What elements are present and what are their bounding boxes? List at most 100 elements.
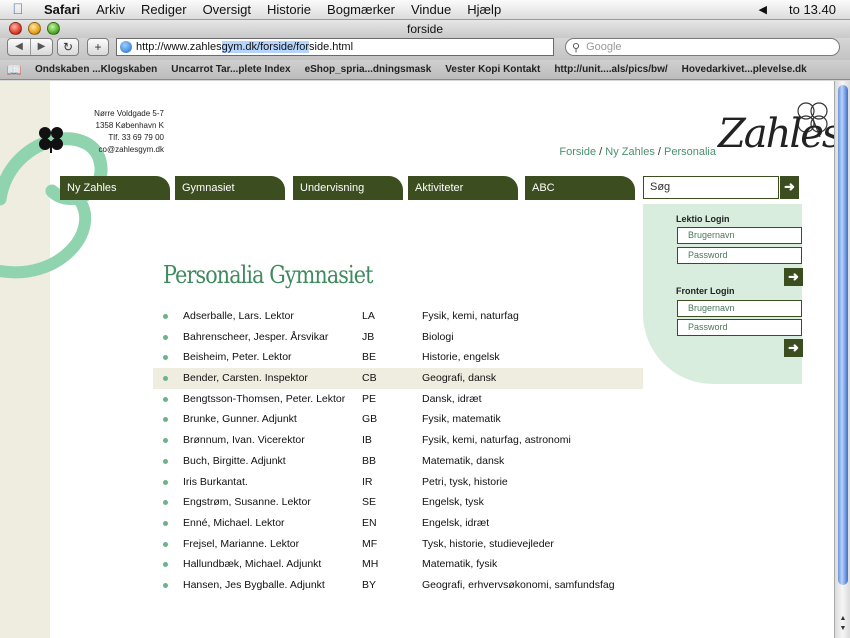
menu-rediger[interactable]: Rediger bbox=[133, 2, 195, 17]
staff-row[interactable]: Bengtsson-Thomsen, Peter. Lektor PE Dansk,… bbox=[153, 389, 643, 410]
bullet-icon bbox=[163, 355, 168, 361]
staff-list: Adserballe, Lars. Lektor LA Fysik, kemi, n… bbox=[153, 306, 643, 596]
staff-row[interactable]: Engstrøm, Susanne. Lektor SE Engelsk, tysk bbox=[153, 492, 643, 513]
nav-gymnasiet[interactable]: Gymnasiet bbox=[175, 176, 285, 200]
staff-initials: MF bbox=[362, 537, 378, 550]
back-button[interactable]: ◀ bbox=[8, 39, 30, 55]
nav-abc[interactable]: ABC bbox=[525, 176, 635, 200]
reload-button[interactable]: ↻ bbox=[57, 38, 79, 56]
staff-name[interactable]: Bengtsson-Thomsen, Peter. Lektor bbox=[183, 389, 345, 410]
bullet-icon bbox=[163, 458, 168, 464]
staff-initials: BB bbox=[362, 454, 377, 467]
bullet-icon bbox=[163, 520, 168, 526]
menu-vindue[interactable]: Vindue bbox=[403, 2, 459, 17]
staff-row[interactable]: Brunke, Gunner. Adjunkt GB Fysik, matemati… bbox=[153, 409, 643, 430]
nav-aktiviteter[interactable]: Aktiviteter bbox=[408, 176, 518, 200]
menu-hjaelp[interactable]: Hjælp bbox=[459, 2, 509, 17]
google-search-field[interactable]: ⚲ Google bbox=[565, 38, 840, 56]
staff-name[interactable]: Engstrøm, Susanne. Lektor bbox=[183, 492, 311, 513]
forward-button[interactable]: ▶ bbox=[30, 39, 52, 55]
staff-row[interactable]: Bender, Carsten. Inspektor CB Geografi, da… bbox=[153, 368, 643, 389]
staff-row[interactable]: Buch, Birgitte. Adjunkt BB Matematik, dan… bbox=[153, 451, 643, 472]
address-bar[interactable]: http://www.zahles gym.dk/forside/for side.… bbox=[116, 38, 554, 56]
browser-toolbar: ◀ ▶ ↻ + http://www.zahles gym.dk/forside/… bbox=[0, 38, 850, 60]
staff-subjects: Fysik, kemi, naturfag bbox=[422, 310, 519, 322]
fronter-login-button[interactable]: ➜ bbox=[784, 339, 803, 357]
page-scrollbar[interactable]: ▲ ▼ bbox=[834, 81, 850, 638]
add-bookmark-button[interactable]: + bbox=[87, 38, 109, 56]
staff-name[interactable]: Enné, Michael. Lektor bbox=[183, 513, 285, 534]
window-title: forside bbox=[406, 22, 444, 36]
staff-subjects: Geografi, dansk bbox=[422, 372, 497, 385]
fronter-password-field[interactable]: Password bbox=[677, 319, 802, 336]
staff-initials: MH bbox=[362, 558, 379, 571]
lektio-password-field[interactable]: Password bbox=[677, 247, 802, 264]
lektio-username-field[interactable]: Brugernavn bbox=[677, 227, 802, 244]
staff-initials: GB bbox=[362, 413, 378, 426]
staff-row[interactable]: Beisheim, Peter. Lektor BE Historie, engel… bbox=[153, 347, 643, 368]
page-title: Personalia Gymnasiet bbox=[163, 261, 373, 289]
google-search-placeholder: Google bbox=[586, 41, 622, 53]
menu-bogmaerker[interactable]: Bogmærker bbox=[319, 2, 403, 17]
nav-undervisning[interactable]: Undervisning bbox=[293, 176, 403, 200]
menu-clock[interactable]: to 13.40 bbox=[789, 2, 836, 17]
school-logo[interactable]: Zahles bbox=[718, 111, 834, 157]
staff-subjects: Matematik, fysik bbox=[422, 558, 498, 571]
staff-subjects: Engelsk, idræt bbox=[422, 516, 490, 529]
scrollbar-thumb[interactable] bbox=[838, 85, 848, 585]
staff-name[interactable]: Brønnum, Ivan. Vicerektor bbox=[183, 430, 305, 451]
breadcrumb-ny-zahles[interactable]: Ny Zahles bbox=[605, 146, 655, 158]
search-icon: ⚲ bbox=[572, 41, 581, 54]
staff-name[interactable]: Bender, Carsten. Inspektor bbox=[183, 368, 308, 389]
menu-historie[interactable]: Historie bbox=[259, 2, 319, 17]
bookmark-item[interactable]: Vester Kopi Kontakt bbox=[438, 64, 547, 75]
bookmark-item[interactable]: http://unit....als/pics/bw/ bbox=[547, 64, 674, 75]
scroll-arrows-icon[interactable]: ▲ ▼ bbox=[837, 614, 849, 634]
staff-name[interactable]: Hansen, Jes Bygballe. Adjunkt bbox=[183, 575, 325, 596]
menu-arkiv[interactable]: Arkiv bbox=[88, 2, 133, 17]
staff-name[interactable]: Adserballe, Lars. Lektor bbox=[183, 306, 294, 327]
staff-name[interactable]: Brunke, Gunner. Adjunkt bbox=[183, 409, 297, 430]
nav-ny-zahles[interactable]: Ny Zahles bbox=[60, 176, 170, 200]
close-window-button[interactable] bbox=[9, 22, 22, 35]
staff-row[interactable]: Bahrenscheer, Jesper. Årsvikar JB Biologi bbox=[153, 327, 643, 348]
staff-name[interactable]: Frejsel, Marianne. Lektor bbox=[183, 534, 299, 555]
bookmark-item[interactable]: Uncarrot Tar...plete Index bbox=[164, 64, 297, 75]
fronter-login-title: Fronter Login bbox=[676, 286, 735, 296]
bookmark-item[interactable]: eShop_spria...dningsmask bbox=[298, 64, 439, 75]
bullet-icon bbox=[163, 500, 168, 506]
staff-name[interactable]: Bahrenscheer, Jesper. Årsvikar bbox=[183, 327, 328, 348]
staff-row[interactable]: Hallundbæk, Michael. Adjunkt MH Matematik,… bbox=[153, 554, 643, 575]
site-search-input[interactable]: Søg bbox=[643, 176, 779, 199]
staff-row[interactable]: Enné, Michael. Lektor EN Engelsk, idræt bbox=[153, 513, 643, 534]
staff-subjects: Matematik, dansk bbox=[422, 454, 505, 467]
staff-initials: SE bbox=[362, 496, 377, 509]
staff-row[interactable]: Brønnum, Ivan. Vicerektor IB Fysik, kemi, … bbox=[153, 430, 643, 451]
staff-row[interactable]: Hansen, Jes Bygballe. Adjunkt BY Geografi,… bbox=[153, 575, 643, 596]
address-email[interactable]: co@zahlesgym.dk bbox=[80, 144, 164, 156]
bookmark-item[interactable]: Hovedarkivet...plevelse.dk bbox=[675, 64, 814, 75]
bookmark-item[interactable]: Ondskaben ...Klogskaben bbox=[28, 64, 164, 75]
bullet-icon bbox=[163, 376, 168, 382]
staff-name[interactable]: Buch, Birgitte. Adjunkt bbox=[183, 451, 286, 472]
minimize-window-button[interactable] bbox=[28, 22, 41, 35]
breadcrumb-forside[interactable]: Forside bbox=[559, 146, 596, 158]
site-search-button[interactable]: ➜ bbox=[780, 176, 799, 199]
volume-icon[interactable]: ◀ bbox=[759, 3, 767, 16]
staff-name[interactable]: Hallundbæk, Michael. Adjunkt bbox=[183, 554, 321, 575]
staff-name[interactable]: Beisheim, Peter. Lektor bbox=[183, 347, 292, 368]
window-title-bar: forside bbox=[0, 20, 850, 38]
staff-row[interactable]: Iris Burkantat. IR Petri, tysk, historie bbox=[153, 472, 643, 493]
menu-oversigt[interactable]: Oversigt bbox=[195, 2, 259, 17]
menu-app-safari[interactable]: Safari bbox=[36, 2, 88, 17]
bookmarks-book-icon[interactable]: 📖 bbox=[0, 63, 28, 77]
staff-row[interactable]: Adserballe, Lars. Lektor LA Fysik, kemi, n… bbox=[153, 306, 643, 327]
staff-name[interactable]: Iris Burkantat. bbox=[183, 472, 248, 493]
staff-row[interactable]: Frejsel, Marianne. Lektor MF Tysk, histori… bbox=[153, 534, 643, 555]
apple-menu-icon[interactable]:  bbox=[0, 1, 36, 18]
staff-subjects: Fysik, kemi, naturfag, astronomi bbox=[422, 434, 571, 447]
breadcrumb-personalia[interactable]: Personalia bbox=[664, 146, 716, 158]
lektio-login-button[interactable]: ➜ bbox=[784, 268, 803, 286]
fronter-username-field[interactable]: Brugernavn bbox=[677, 300, 802, 317]
zoom-window-button[interactable] bbox=[47, 22, 60, 35]
